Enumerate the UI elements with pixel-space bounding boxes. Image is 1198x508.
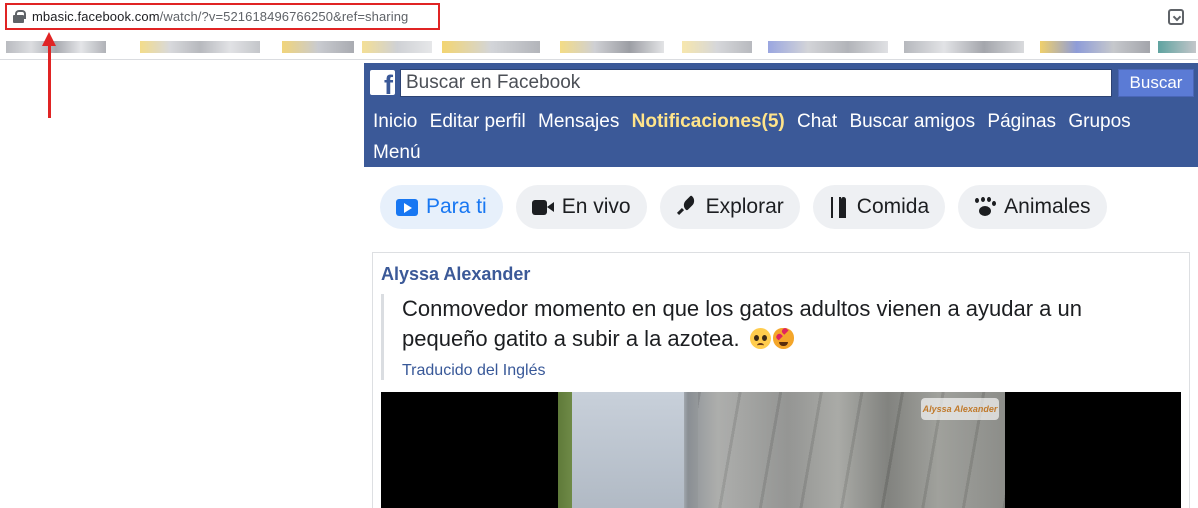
blurred-bookmark[interactable] xyxy=(362,41,432,53)
tab-label: Explorar xyxy=(705,195,784,218)
annotation-arrow xyxy=(48,40,51,118)
pleading-face-icon xyxy=(749,328,771,349)
facebook-logo-letter: f xyxy=(384,70,393,96)
lock-icon[interactable] xyxy=(13,10,26,23)
blurred-bookmark[interactable] xyxy=(6,41,106,53)
main-nav: Inicio Editar perfil Mensajes Notificaci… xyxy=(373,106,1193,168)
blurred-bookmark[interactable] xyxy=(140,41,260,53)
play-icon xyxy=(396,198,418,216)
blurred-bookmark[interactable] xyxy=(560,41,664,53)
facebook-logo-icon[interactable]: f xyxy=(370,70,395,95)
post-body: Conmovedor momento en que los gatos adul… xyxy=(381,294,1171,380)
tab-label: Animales xyxy=(1004,195,1091,218)
nav-inicio[interactable]: Inicio xyxy=(373,111,417,132)
nav-menu[interactable]: Menú xyxy=(373,142,421,163)
fork-knife-icon xyxy=(829,196,849,218)
blurred-bookmark[interactable] xyxy=(904,41,1024,53)
blurred-bookmark[interactable] xyxy=(768,41,888,53)
url-host[interactable]: mbasic.facebook.com xyxy=(32,9,160,24)
video-post: Alyssa Alexander Conmovedor momento en q… xyxy=(372,252,1190,508)
tab-label: Para ti xyxy=(426,195,487,218)
tab-para-ti[interactable]: Para ti xyxy=(380,185,503,229)
watch-category-tabs: Para ti En vivo Explorar Comida Animales xyxy=(380,185,1107,229)
video-player[interactable]: Alyssa Alexander xyxy=(381,392,1181,508)
nav-chat[interactable]: Chat xyxy=(797,111,837,132)
translated-link[interactable]: Traducido del Inglés xyxy=(402,362,1171,380)
post-author-link[interactable]: Alyssa Alexander xyxy=(381,264,530,285)
heart-eyes-cat-icon xyxy=(772,328,794,349)
nav-buscar-amigos[interactable]: Buscar amigos xyxy=(849,111,975,132)
tab-explorar[interactable]: Explorar xyxy=(659,185,800,229)
rocket-icon xyxy=(676,197,698,217)
tab-label: Comida xyxy=(856,195,930,218)
bookmarks-bar xyxy=(0,34,1198,60)
tab-comida[interactable]: Comida xyxy=(812,185,946,229)
post-text-block: Conmovedor momento en que los gatos adul… xyxy=(402,294,1171,354)
facebook-header: f Buscar Inicio Editar perfil Mensajes N… xyxy=(364,63,1198,167)
search-button[interactable]: Buscar xyxy=(1118,69,1194,97)
nav-mensajes[interactable]: Mensajes xyxy=(538,111,619,132)
blurred-bookmark[interactable] xyxy=(282,41,354,53)
url-text[interactable]: mbasic.facebook.com/watch/?v=52161849676… xyxy=(32,9,408,24)
tab-animales[interactable]: Animales xyxy=(958,185,1107,229)
nav-paginas[interactable]: Páginas xyxy=(987,111,1056,132)
blurred-bookmark[interactable] xyxy=(1158,41,1196,53)
search-input[interactable] xyxy=(400,69,1112,97)
nav-notificaciones[interactable]: Notificaciones(5) xyxy=(632,111,785,132)
page: mbasic.facebook.com/watch/?v=52161849676… xyxy=(0,0,1198,508)
url-field[interactable]: mbasic.facebook.com/watch/?v=52161849676… xyxy=(5,3,440,30)
url-path[interactable]: /watch/?v=521618496766250&ref=sharing xyxy=(160,9,409,24)
live-video-icon xyxy=(531,199,554,216)
blurred-bookmark[interactable] xyxy=(442,41,540,53)
blurred-bookmark[interactable] xyxy=(1040,41,1150,53)
tab-label: En vivo xyxy=(561,195,631,218)
nav-grupos[interactable]: Grupos xyxy=(1068,111,1130,132)
paw-icon xyxy=(974,197,996,217)
tab-en-vivo[interactable]: En vivo xyxy=(515,185,647,229)
install-app-icon[interactable] xyxy=(1168,9,1184,25)
browser-address-bar: mbasic.facebook.com/watch/?v=52161849676… xyxy=(0,0,1198,34)
post-text: Conmovedor momento en que los gatos adul… xyxy=(402,296,1082,351)
nav-editar-perfil[interactable]: Editar perfil xyxy=(430,111,526,132)
video-watermark: Alyssa Alexander xyxy=(921,398,999,420)
blurred-bookmark[interactable] xyxy=(682,41,752,53)
